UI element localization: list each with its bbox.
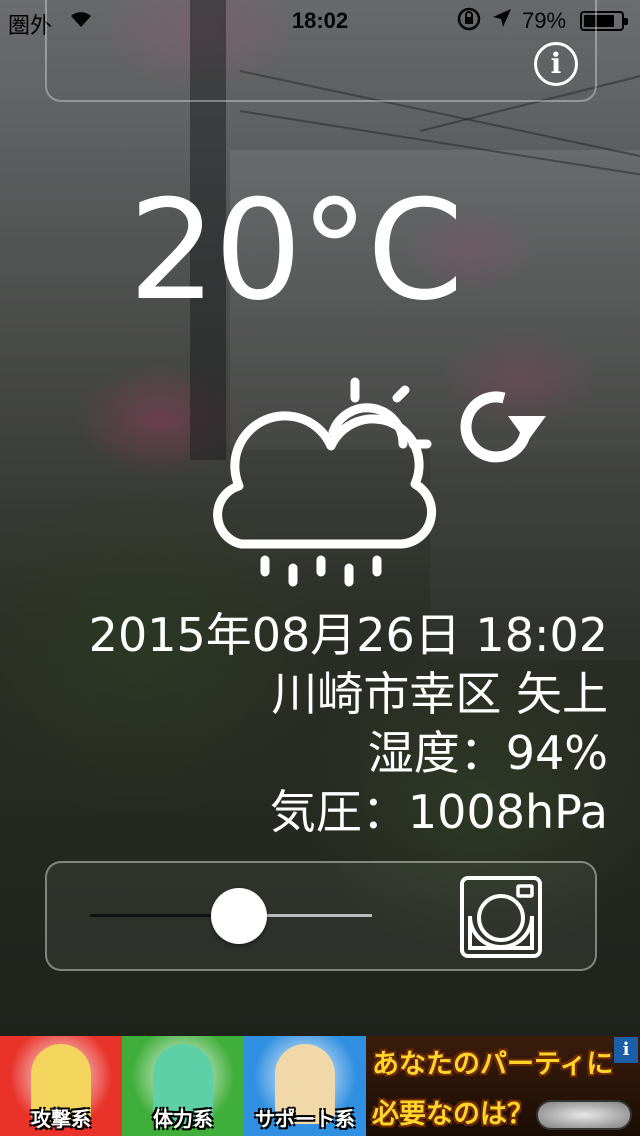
ad-copy-line2: 必要なのは？ <box>372 1099 534 1130</box>
camera-icon <box>460 876 542 958</box>
partly-cloudy-rain-icon <box>205 372 445 602</box>
slider-thumb[interactable] <box>211 888 267 944</box>
info-button[interactable]: i <box>534 42 578 86</box>
camera-button[interactable] <box>458 874 544 960</box>
ad-copy-panel[interactable]: あなたのパーティに 必要なのは？ <box>366 1036 640 1136</box>
refresh-icon <box>460 391 546 463</box>
ad-tile-stamina[interactable]: 体力系 <box>122 1036 244 1136</box>
temperature-display: 20°C <box>128 170 464 331</box>
ad-tile-label: 攻撃系 <box>31 1107 91 1131</box>
location-label: 川崎市幸区 矢上 <box>271 667 608 721</box>
top-panel <box>45 0 597 102</box>
ad-tile-attack[interactable]: 攻撃系 <box>0 1036 122 1136</box>
ad-tile-support[interactable]: サポート系 <box>244 1036 366 1136</box>
weather-details: 2015年08月26日 18:02 川崎市幸区 矢上 湿度：94% 気圧：100… <box>89 606 608 842</box>
battery-tip <box>624 18 628 25</box>
pressure-label: 気圧：1008hPa <box>269 785 608 839</box>
ad-info-icon[interactable]: i <box>614 1037 638 1063</box>
game-logo <box>536 1100 632 1130</box>
ad-copy-line1: あなたのパーティに <box>372 1049 614 1080</box>
humidity-label: 湿度：94% <box>367 726 608 780</box>
ad-tile-label: 体力系 <box>153 1107 213 1131</box>
refresh-button[interactable] <box>448 382 552 478</box>
ad-banner[interactable]: 攻撃系 体力系 サポート系 あなたのパーティに 必要なのは？ <box>0 1036 640 1136</box>
datetime-label: 2015年08月26日 18:02 <box>88 608 608 662</box>
ad-tile-label: サポート系 <box>255 1107 355 1131</box>
